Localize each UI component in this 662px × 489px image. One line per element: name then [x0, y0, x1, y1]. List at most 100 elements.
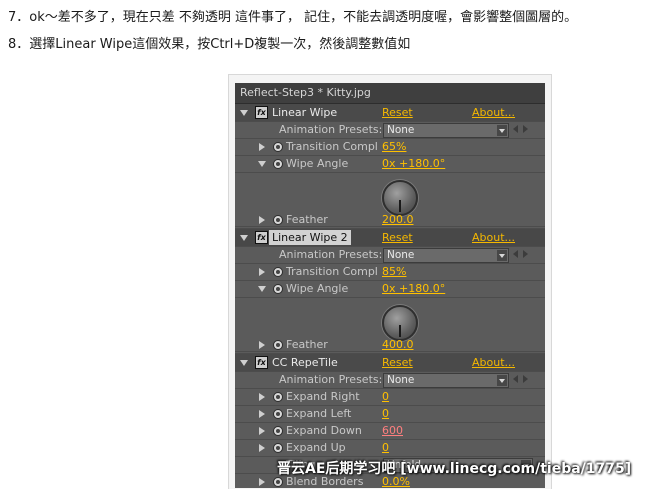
chevron-down-icon[interactable]: [497, 250, 507, 261]
expand-triangle-icon[interactable]: [258, 286, 266, 292]
expand-triangle-icon[interactable]: [259, 143, 265, 151]
param-value[interactable]: 600: [382, 424, 403, 437]
param-row-wipe-angle: Wipe Angle 0x +180.0°: [235, 280, 545, 298]
about-link[interactable]: About...: [472, 231, 515, 244]
param-value[interactable]: 85%: [382, 265, 406, 278]
animation-presets-select[interactable]: None: [383, 248, 509, 263]
animation-presets-row: Animation Presets: None: [235, 246, 545, 264]
expand-triangle-icon[interactable]: [259, 393, 265, 401]
animation-presets-row: Animation Presets: None: [235, 121, 545, 139]
param-label: Feather: [286, 338, 328, 351]
animation-presets-label: Animation Presets:: [279, 123, 383, 136]
param-label: Expand Down: [286, 424, 362, 437]
expand-triangle-icon[interactable]: [259, 444, 265, 452]
param-label: Transition Compl: [286, 265, 378, 278]
fx-toggle-icon[interactable]: fx: [255, 231, 268, 244]
expand-triangle-icon[interactable]: [259, 341, 265, 349]
param-row-expand-left: Expand Left 0: [235, 405, 545, 423]
animation-presets-label: Animation Presets:: [279, 248, 383, 261]
param-label: Transition Compl: [286, 140, 378, 153]
param-value[interactable]: 0x +180.0°: [382, 157, 445, 170]
select-value: None: [387, 249, 415, 261]
param-label: Expand Left: [286, 407, 352, 420]
stopwatch-icon[interactable]: [273, 340, 283, 350]
expand-triangle-icon[interactable]: [259, 268, 265, 276]
animation-presets-select[interactable]: None: [383, 123, 509, 138]
arrow-left-icon[interactable]: [513, 125, 518, 133]
stopwatch-icon[interactable]: [273, 142, 283, 152]
param-label: Expand Up: [286, 441, 346, 454]
effect-header-linear-wipe-2[interactable]: fx Linear Wipe 2 Reset About...: [235, 229, 545, 247]
chevron-down-icon[interactable]: [497, 125, 507, 136]
preset-nav-arrows[interactable]: [513, 375, 531, 384]
param-value[interactable]: 65%: [382, 140, 406, 153]
preset-nav-arrows[interactable]: [513, 125, 531, 134]
fx-toggle-icon[interactable]: fx: [255, 106, 268, 119]
preset-nav-arrows[interactable]: [513, 250, 531, 259]
stopwatch-icon[interactable]: [273, 443, 283, 453]
reset-link[interactable]: Reset: [382, 356, 413, 369]
expand-triangle-icon[interactable]: [240, 360, 248, 366]
param-label: Expand Right: [286, 390, 360, 403]
param-label: Feather: [286, 213, 328, 226]
param-value[interactable]: 200.0: [382, 213, 414, 226]
arrow-right-icon[interactable]: [523, 250, 528, 258]
instruction-step-7: 7．ok～差不多了，現在只差 不夠透明 這件事了， 記住，不能去調透明度喔，會影…: [8, 10, 578, 25]
stopwatch-icon[interactable]: [273, 159, 283, 169]
watermark: 晋云AE后期学习吧 [www.linecg.com/tieba/1775]: [277, 461, 632, 477]
param-row-expand-up: Expand Up 0: [235, 439, 545, 457]
expand-triangle-icon[interactable]: [240, 110, 248, 116]
param-label: Wipe Angle: [286, 282, 349, 295]
param-row-feather: Feather 400.0: [235, 336, 545, 354]
arrow-left-icon[interactable]: [513, 375, 518, 383]
select-value: None: [387, 374, 415, 386]
param-row-feather: Feather 200.0: [235, 211, 545, 229]
stopwatch-icon[interactable]: [273, 477, 283, 487]
param-value[interactable]: 400.0: [382, 338, 414, 351]
expand-triangle-icon[interactable]: [259, 410, 265, 418]
effect-header-linear-wipe[interactable]: fx Linear Wipe Reset About...: [235, 104, 545, 122]
reset-link[interactable]: Reset: [382, 231, 413, 244]
expand-triangle-icon[interactable]: [259, 216, 265, 224]
effect-controls-panel: Reflect-Step3 * Kitty.jpg fx Linear Wipe…: [235, 83, 545, 488]
reset-link[interactable]: Reset: [382, 106, 413, 119]
param-row-expand-right: Expand Right 0: [235, 388, 545, 406]
param-value[interactable]: 0: [382, 407, 389, 420]
param-row-expand-down: Expand Down 600: [235, 422, 545, 440]
animation-presets-row: Animation Presets: None: [235, 371, 545, 389]
chevron-down-icon[interactable]: [497, 375, 507, 386]
select-value: None: [387, 124, 415, 136]
animation-presets-select[interactable]: None: [383, 373, 509, 388]
arrow-right-icon[interactable]: [523, 375, 528, 383]
stopwatch-icon[interactable]: [273, 267, 283, 277]
stopwatch-icon[interactable]: [273, 215, 283, 225]
effect-header-cc-repetile[interactable]: fx CC RepeTile Reset About...: [235, 354, 545, 372]
param-value[interactable]: 0: [382, 441, 389, 454]
expand-triangle-icon[interactable]: [258, 161, 266, 167]
panel-title-bar: Reflect-Step3 * Kitty.jpg: [235, 83, 545, 104]
about-link[interactable]: About...: [472, 106, 515, 119]
param-row-transition: Transition Compl 85%: [235, 263, 545, 281]
param-row-transition: Transition Compl 65%: [235, 138, 545, 156]
param-value[interactable]: 0: [382, 390, 389, 403]
stopwatch-icon[interactable]: [273, 426, 283, 436]
expand-triangle-icon[interactable]: [259, 478, 265, 486]
effect-name: CC RepeTile: [272, 356, 338, 369]
fx-toggle-icon[interactable]: fx: [255, 356, 268, 369]
param-value[interactable]: 0x +180.0°: [382, 282, 445, 295]
param-label: Wipe Angle: [286, 157, 349, 170]
effect-name: Linear Wipe 2: [269, 230, 351, 245]
stopwatch-icon[interactable]: [273, 392, 283, 402]
arrow-right-icon[interactable]: [523, 125, 528, 133]
expand-triangle-icon[interactable]: [259, 427, 265, 435]
panel-title: Reflect-Step3 * Kitty.jpg: [240, 86, 371, 99]
param-row-wipe-angle: Wipe Angle 0x +180.0°: [235, 155, 545, 173]
arrow-left-icon[interactable]: [513, 250, 518, 258]
about-link[interactable]: About...: [472, 356, 515, 369]
animation-presets-label: Animation Presets:: [279, 373, 383, 386]
stopwatch-icon[interactable]: [273, 284, 283, 294]
stopwatch-icon[interactable]: [273, 409, 283, 419]
effect-name: Linear Wipe: [272, 106, 338, 119]
expand-triangle-icon[interactable]: [240, 235, 248, 241]
instruction-step-8: 8．選擇Linear Wipe這個效果，按Ctrl+D複製一次，然後調整數值如: [8, 37, 411, 52]
